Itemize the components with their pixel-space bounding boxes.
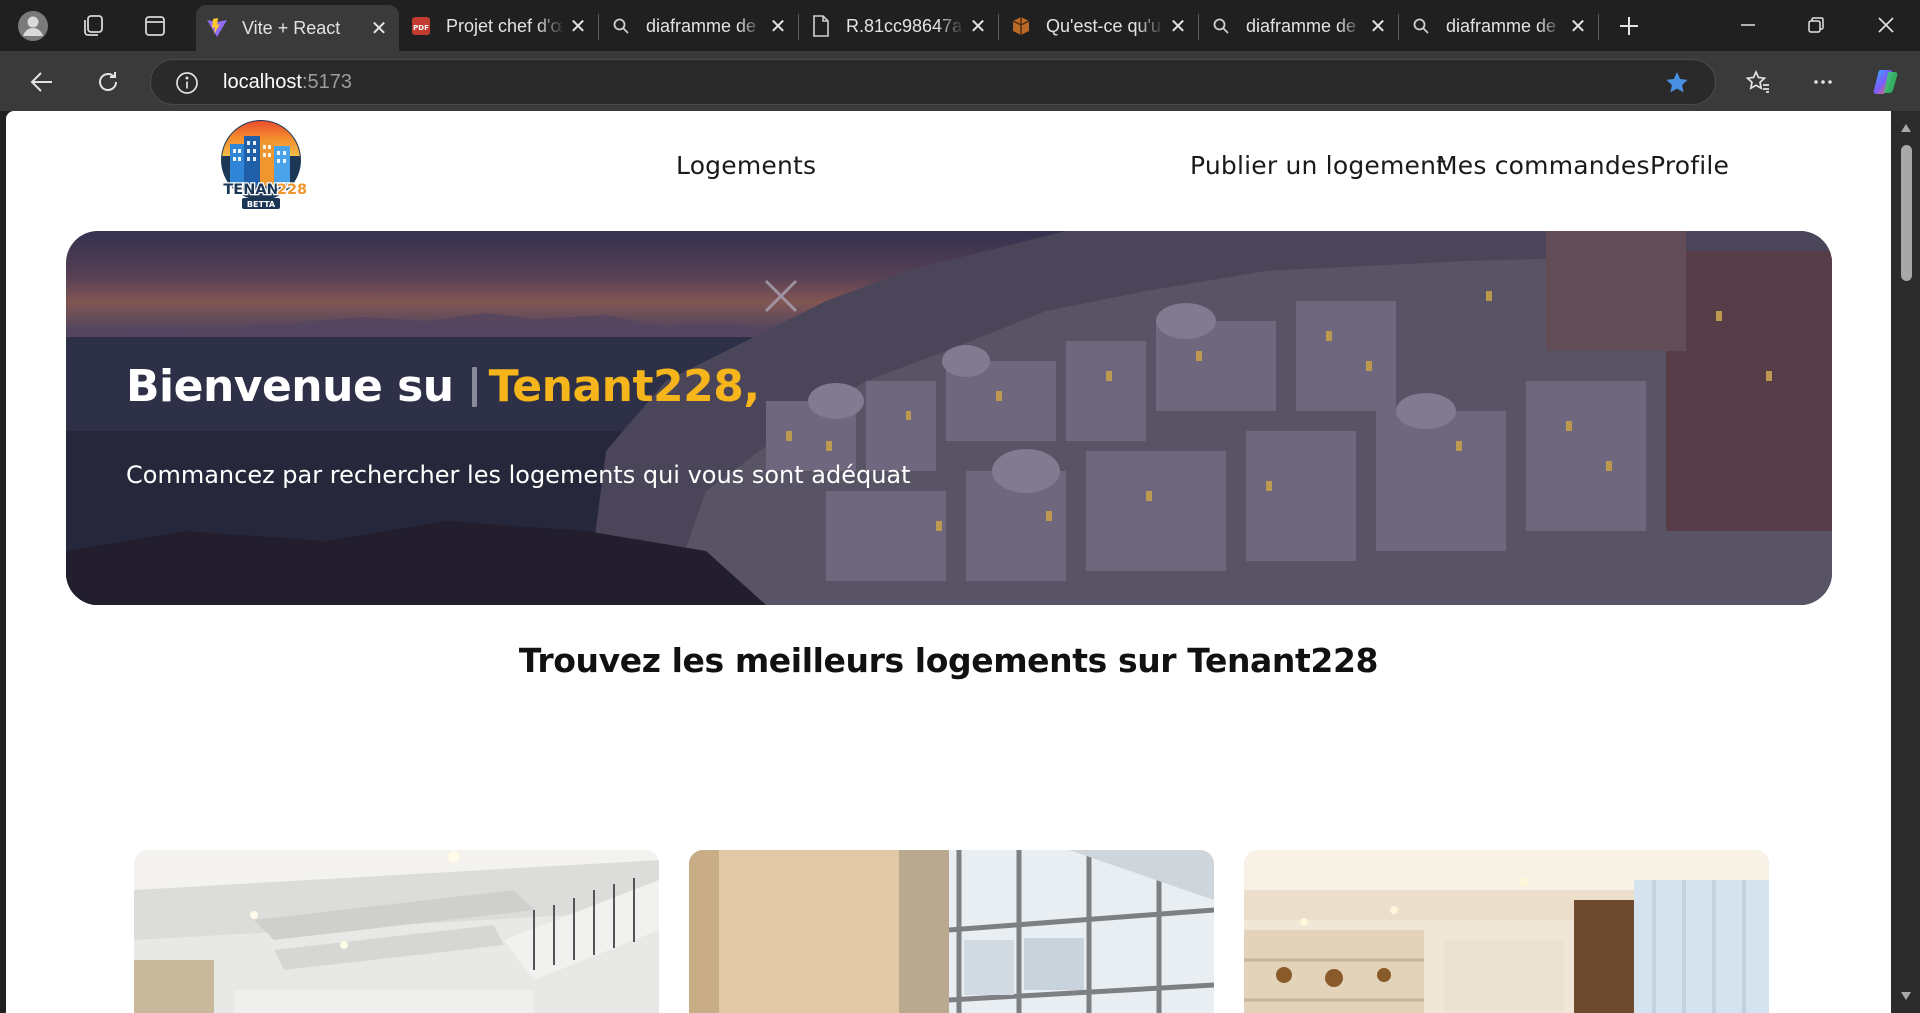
search-icon [1210, 15, 1232, 37]
hero-title-prefix: Bienvenue su [126, 361, 454, 412]
tab-file[interactable]: R.81cc98647a ✕ [800, 5, 998, 47]
address-bar[interactable]: localhost:5173 [150, 59, 1716, 105]
url-host: localhost [223, 71, 302, 93]
hero-banner: Bienvenue su Tenant228, Commancez par rec… [66, 231, 1832, 605]
close-tab-icon[interactable]: ✕ [564, 12, 592, 40]
close-tab-icon[interactable]: ✕ [365, 14, 393, 42]
tenant228-logo[interactable]: TENANT 228 BETTA [214, 118, 308, 212]
listing-image [1244, 850, 1769, 1013]
tab-title: Projet chef d'œ [446, 15, 564, 36]
tab-title: diaframme de [646, 15, 757, 36]
workspaces-icon[interactable] [76, 9, 110, 43]
copilot-icon[interactable] [1867, 62, 1907, 102]
scroll-up-arrow-icon[interactable] [1900, 123, 1912, 133]
browser-tab-strip: Vite + React ✕ PDF Projet chef d'œ ✕ dia… [0, 0, 1920, 51]
scroll-thumb[interactable] [1901, 145, 1912, 281]
browser-toolbar: localhost:5173 [0, 51, 1920, 111]
nav-publier-logement[interactable]: Publier un logement [1190, 151, 1446, 180]
page-viewport: TENANT 228 BETTA Logements Publier un lo… [6, 111, 1891, 1013]
site-info-icon[interactable] [175, 71, 199, 99]
site-icon [1010, 15, 1032, 37]
more-options-icon[interactable] [1803, 62, 1843, 102]
hero-subtitle: Commancez par rechercher les logements q… [126, 461, 911, 489]
close-tab-icon[interactable]: ✕ [1364, 12, 1392, 40]
vite-icon [206, 17, 228, 39]
close-tab-icon[interactable]: ✕ [1564, 12, 1592, 40]
tab-quest-ce[interactable]: Qu'est-ce qu'u ✕ [1000, 5, 1198, 47]
url-text[interactable]: localhost:5173 [223, 71, 352, 94]
logo-number: 228 [277, 182, 307, 198]
listing-card[interactable] [1244, 850, 1769, 1013]
santorini-night-image [66, 231, 1832, 605]
hero-title-brand: Tenant228, [488, 361, 760, 412]
nav-mes-commandes[interactable]: Mes commandes [1436, 151, 1650, 180]
file-icon [810, 15, 832, 37]
tab-actions-icon[interactable] [138, 9, 172, 43]
listing-image [134, 850, 659, 1013]
search-icon [610, 15, 632, 37]
minimize-window-icon[interactable] [1720, 5, 1776, 45]
close-window-icon[interactable] [1858, 5, 1914, 45]
typing-cursor [471, 367, 477, 407]
tab-projet[interactable]: PDF Projet chef d'œ ✕ [400, 5, 598, 47]
tab-title: Qu'est-ce qu'u [1046, 15, 1161, 36]
tab-title: diaframme de [1446, 15, 1557, 36]
logo-tagline: BETTA [247, 200, 276, 209]
tab-diaframme-3[interactable]: diaframme de ✕ [1400, 5, 1598, 47]
listing-card[interactable] [689, 850, 1214, 1013]
scroll-down-arrow-icon[interactable] [1900, 991, 1912, 1001]
tab-title: R.81cc98647a [846, 15, 963, 36]
profile-avatar-icon[interactable] [16, 9, 50, 43]
favorites-icon[interactable] [1738, 62, 1778, 102]
listing-image [689, 850, 1214, 1013]
nav-profile[interactable]: Profile [1650, 151, 1729, 180]
svg-text:PDF: PDF [413, 24, 429, 32]
url-port: :5173 [301, 71, 352, 93]
search-icon [1410, 15, 1432, 37]
page-scrollbar[interactable] [1891, 111, 1920, 1013]
new-tab-plus-icon[interactable] [1612, 9, 1646, 43]
tab-vite-react[interactable]: Vite + React ✕ [196, 5, 399, 51]
section-title: Trouvez les meilleurs logements sur Tena… [518, 641, 1379, 680]
nav-logements[interactable]: Logements [676, 151, 816, 180]
hero-title: Bienvenue su Tenant228, [126, 361, 760, 412]
tab-title: Vite + React [242, 17, 341, 38]
close-tab-icon[interactable]: ✕ [1164, 12, 1192, 40]
restore-window-icon[interactable] [1788, 5, 1844, 45]
tab-title: diaframme de [1246, 15, 1357, 36]
listing-card[interactable] [134, 850, 659, 1013]
tab-diaframme-1[interactable]: diaframme de ✕ [600, 5, 798, 47]
pdf-icon: PDF [410, 15, 432, 37]
close-tab-icon[interactable]: ✕ [964, 12, 992, 40]
refresh-icon[interactable] [88, 62, 128, 102]
close-tab-icon[interactable]: ✕ [764, 12, 792, 40]
favorite-star-icon[interactable] [1664, 70, 1690, 100]
back-arrow-icon[interactable] [22, 62, 62, 102]
tab-diaframme-2[interactable]: diaframme de ✕ [1200, 5, 1398, 47]
